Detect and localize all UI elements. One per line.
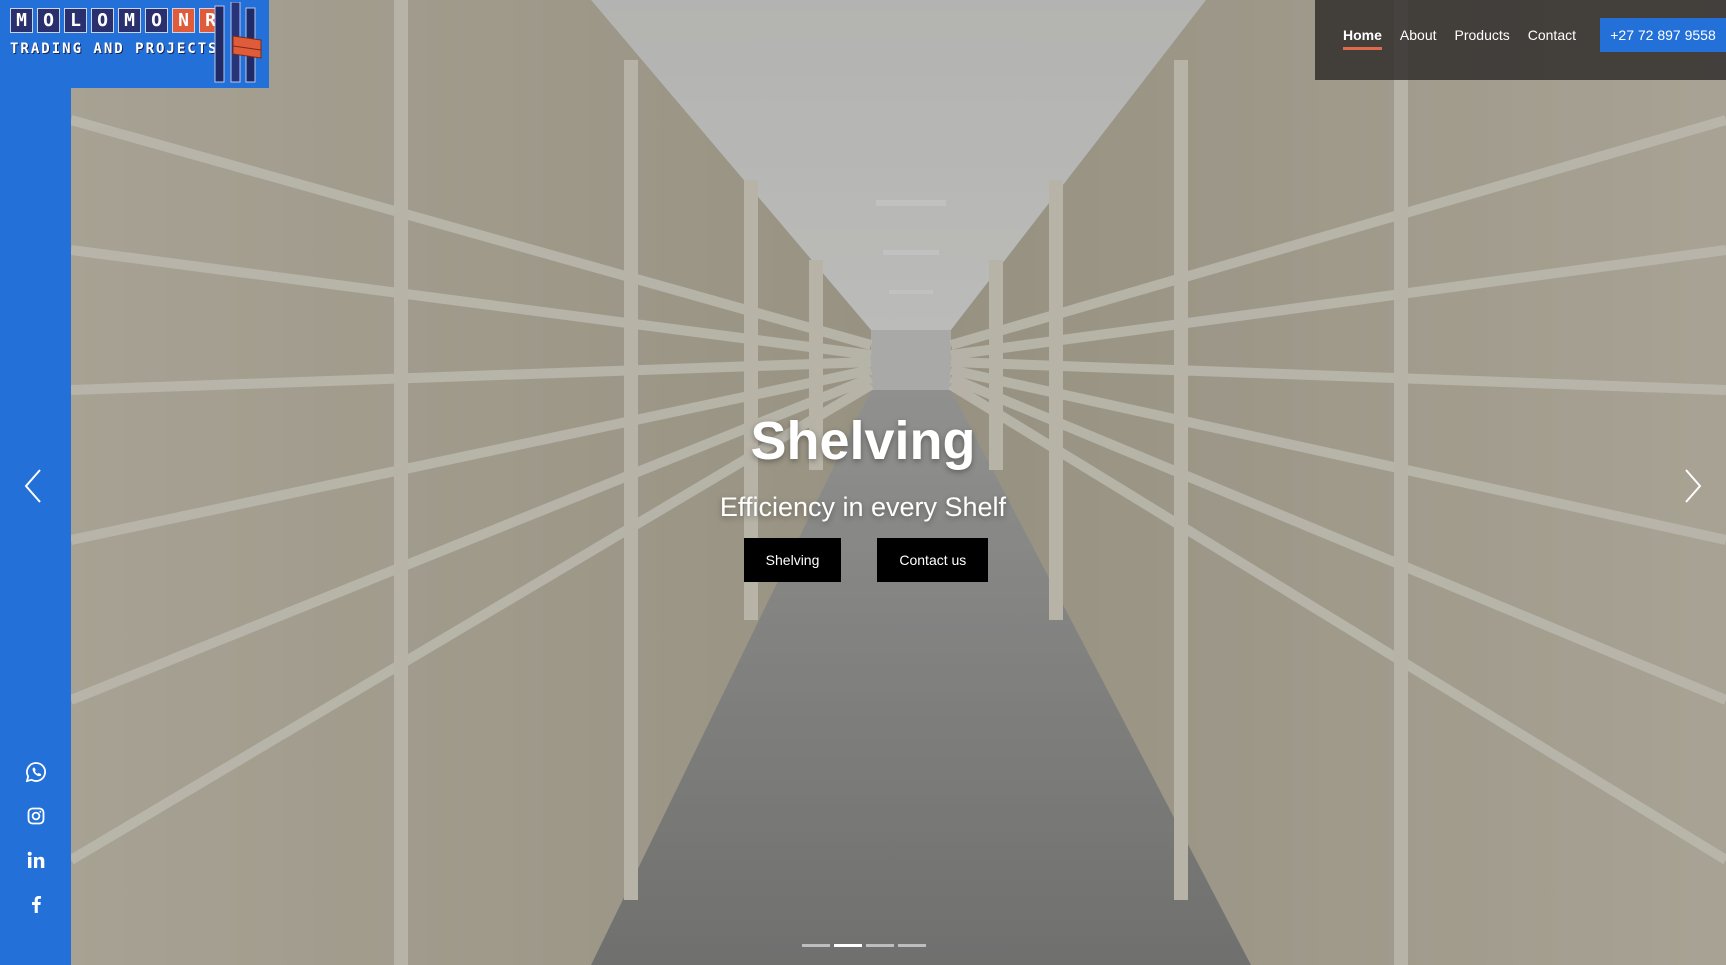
nav-home-link[interactable]: Home [1343, 26, 1382, 50]
carousel-next-button[interactable] [1676, 466, 1706, 506]
phone-button[interactable]: +27 72 897 9558 [1600, 18, 1726, 52]
hero-subtitle: Efficiency in every Shelf [719, 492, 1007, 522]
shelving-button[interactable]: Shelving [743, 538, 842, 582]
chevron-left-icon [24, 469, 41, 503]
carousel-indicator[interactable] [898, 944, 926, 947]
logo-letter: O [91, 8, 114, 33]
nav-contact-link[interactable]: Contact [1528, 26, 1576, 44]
carousel-prev-button[interactable] [20, 466, 50, 506]
linkedin-icon [27, 851, 44, 868]
logo-letter: O [145, 8, 168, 33]
contact-us-button[interactable]: Contact us [877, 538, 989, 582]
top-navigation: Home About Products Contact +27 72 897 9… [1315, 0, 1726, 80]
logo-letter: N [172, 8, 195, 33]
nav-products-link[interactable]: Products [1455, 26, 1510, 44]
logo-letter: O [37, 8, 60, 33]
carousel-indicator[interactable] [802, 944, 830, 947]
brand-logo[interactable]: M O L O M O N R TRADING AND PROJECTS [0, 0, 269, 88]
facebook-icon [31, 896, 41, 913]
hero-content: Shelving Efficiency in every Shelf Shelv… [0, 408, 1726, 582]
logo-letter: M [10, 8, 33, 33]
chevron-right-icon [1685, 469, 1702, 503]
hero-buttons: Shelving Contact us [0, 538, 1726, 582]
linkedin-link[interactable] [0, 838, 71, 882]
logo-letter: L [64, 8, 87, 33]
carousel-indicators [0, 944, 1726, 947]
carousel-indicator[interactable] [834, 944, 862, 947]
whatsapp-icon [25, 762, 46, 783]
whatsapp-link[interactable] [0, 750, 71, 794]
instagram-icon [27, 807, 44, 825]
racking-logo-icon [214, 2, 262, 83]
facebook-link[interactable] [0, 882, 71, 926]
social-links [0, 750, 71, 926]
logo-letter: M [118, 8, 141, 33]
hero-title: Shelving [750, 411, 976, 471]
instagram-link[interactable] [0, 794, 71, 838]
carousel-indicator[interactable] [866, 944, 894, 947]
nav-about-link[interactable]: About [1400, 26, 1437, 44]
